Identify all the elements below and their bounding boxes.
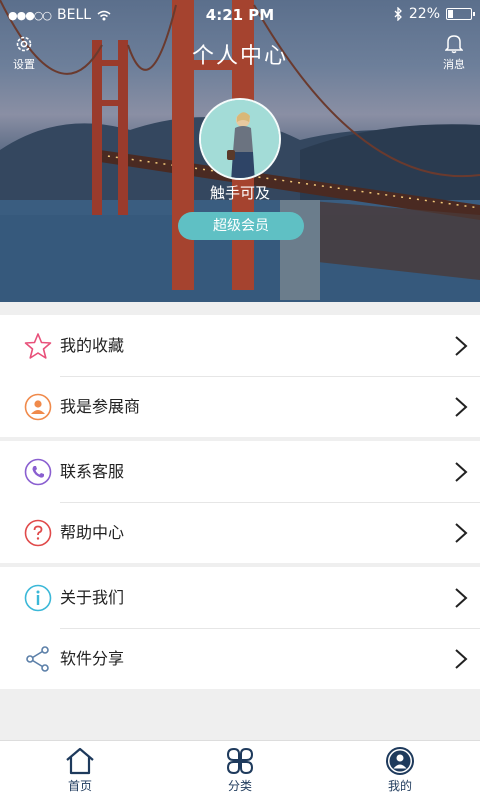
menu-item-label: 我是参展商 <box>60 397 141 416</box>
category-icon <box>226 747 254 775</box>
bottom-tab-bar: 首页 分类 我的 <box>0 740 480 800</box>
menu-item-help-center[interactable]: 帮助中心 <box>0 502 480 563</box>
phone-icon <box>24 458 52 486</box>
menu-item-label: 帮助中心 <box>60 523 125 542</box>
profile-header: ●●●○○ BELL 4:21 PM 22% 设置 个人中心 消息 触手可及 超… <box>0 0 480 302</box>
tab-label: 首页 <box>67 779 92 793</box>
battery-icon <box>446 8 475 20</box>
tab-profile[interactable]: 我的 <box>340 741 460 800</box>
menu-item-about-us[interactable]: 关于我们 <box>0 567 480 628</box>
status-bar: ●●●○○ BELL 4:21 PM 22% <box>0 0 480 30</box>
username: 触手可及 <box>209 184 270 202</box>
info-icon <box>24 584 52 612</box>
bell-icon <box>445 35 463 54</box>
tab-label: 我的 <box>387 779 412 793</box>
messages-button[interactable]: 消息 <box>432 34 476 72</box>
menu-group-2: 联系客服 帮助中心 <box>0 441 480 563</box>
menu-item-label: 联系客服 <box>60 462 125 481</box>
exhibitor-icon <box>24 393 52 421</box>
chevron-right-icon <box>455 397 468 417</box>
menu-item-favorites[interactable]: 我的收藏 <box>0 315 480 376</box>
chevron-right-icon <box>455 523 468 543</box>
battery-percent: 22% <box>408 6 440 22</box>
bluetooth-icon <box>394 7 402 21</box>
menu-item-exhibitor[interactable]: 我是参展商 <box>0 376 480 437</box>
share-icon <box>26 646 49 672</box>
menu-item-label: 我的收藏 <box>60 336 125 355</box>
chevron-right-icon <box>455 588 468 608</box>
battery-level <box>448 10 453 18</box>
tab-label: 分类 <box>227 779 252 793</box>
chevron-right-icon <box>455 649 468 669</box>
member-badge[interactable]: 超级会员 <box>178 212 304 240</box>
menu-group-3: 关于我们 软件分享 <box>0 567 480 689</box>
avatar[interactable] <box>199 98 281 180</box>
chevron-right-icon <box>455 462 468 482</box>
profile-icon <box>386 747 414 775</box>
menu-group-1: 我的收藏 我是参展商 <box>0 315 480 437</box>
menu-item-label: 软件分享 <box>60 649 125 668</box>
menu-item-share-app[interactable]: 软件分享 <box>0 628 480 689</box>
chevron-right-icon <box>455 336 468 356</box>
home-icon <box>66 747 94 775</box>
star-icon <box>24 333 52 359</box>
tab-category[interactable]: 分类 <box>180 741 300 800</box>
menu-item-contact-support[interactable]: 联系客服 <box>0 441 480 502</box>
messages-label: 消息 <box>443 58 465 71</box>
tab-home[interactable]: 首页 <box>20 741 140 800</box>
question-icon <box>24 519 52 547</box>
page-title: 个人中心 <box>191 44 288 69</box>
menu-item-label: 关于我们 <box>60 588 125 607</box>
